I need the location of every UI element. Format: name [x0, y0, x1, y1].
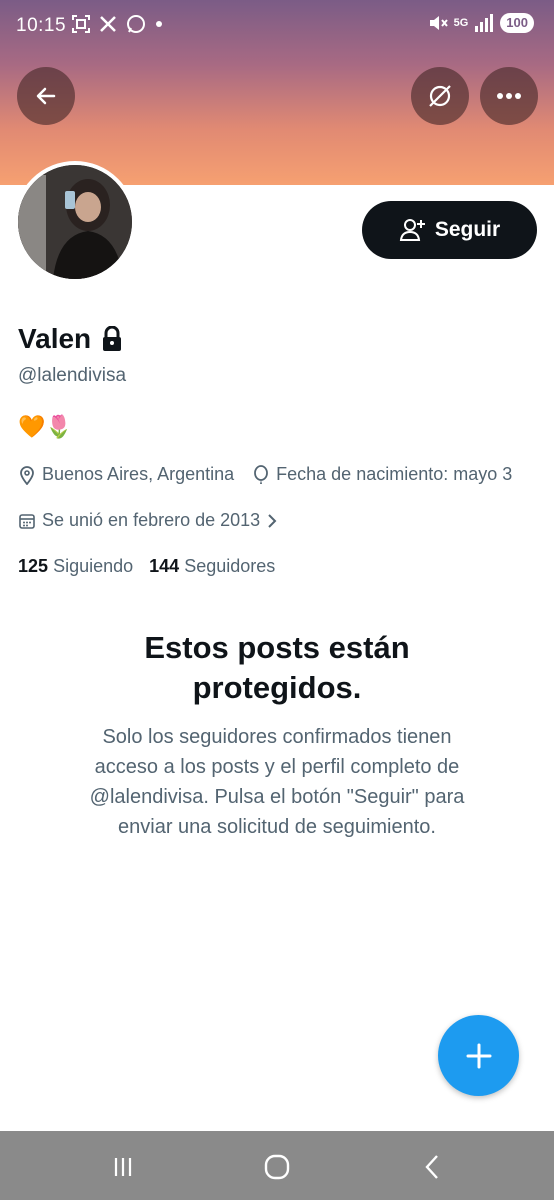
protected-desc-line: @lalendivisa. Pulsa el botón "Seguir" pa… [89, 786, 465, 808]
globe-slash-icon [429, 85, 451, 107]
network-label: 5G [453, 17, 469, 29]
balloon-icon [254, 464, 269, 484]
protected-desc-line: Solo los seguidores confirmados tienen [102, 726, 452, 748]
dot-icon [156, 21, 162, 27]
profile-handle: @lalendivisa [18, 365, 127, 386]
signal-icon [475, 14, 494, 32]
battery-indicator: 100 [500, 13, 534, 33]
arrow-left-icon [36, 87, 56, 105]
more-button[interactable] [480, 67, 538, 125]
whatsapp-icon [127, 15, 145, 33]
mute-icon [429, 16, 448, 30]
home-button[interactable] [259, 1149, 295, 1185]
following-link[interactable]: 125 Siguiendo [18, 556, 133, 577]
status-bar: 10:15 5G 100 [0, 0, 554, 52]
protected-desc-line: acceso a los posts y el perfil completo … [94, 756, 460, 778]
profile-location: Buenos Aires, Argentina [42, 464, 235, 484]
recent-apps-button[interactable] [105, 1149, 141, 1185]
status-system-icons: 5G 100 [428, 13, 534, 33]
followers-count: 144 [149, 556, 180, 576]
avatar-photo [18, 165, 132, 279]
profile-joined-row[interactable]: Se unió en febrero de 2013 [18, 510, 278, 531]
profile-stats: 125 Siguiendo 144 Seguidores [18, 556, 275, 577]
system-navigation-bar [0, 1131, 554, 1200]
followers-label: Seguidores [184, 556, 276, 576]
avatar[interactable] [14, 161, 136, 283]
profile-birthday: Fecha de nacimiento: mayo 3 [276, 464, 513, 484]
following-label: Siguiendo [53, 556, 134, 576]
lock-icon [103, 326, 122, 351]
more-horizontal-icon [497, 93, 521, 99]
status-notification-icons [72, 14, 163, 34]
add-user-icon [399, 219, 425, 241]
protected-title: Estos posts están protegidos. [40, 628, 514, 708]
translate-button[interactable] [411, 67, 469, 125]
location-icon [20, 465, 34, 485]
protected-desc-line: enviar una solicitud de seguimiento. [118, 816, 436, 838]
screenshot-icon [72, 15, 90, 33]
compose-post-button[interactable] [438, 1015, 519, 1096]
chevron-right-icon [268, 513, 277, 528]
system-back-button[interactable] [414, 1149, 450, 1185]
name-row: Valen [18, 323, 123, 355]
plus-icon [466, 1043, 491, 1068]
recent-apps-icon [114, 1158, 132, 1176]
followers-link[interactable]: 144 Seguidores [149, 556, 275, 577]
status-time: 10:15 [16, 15, 67, 36]
home-icon [264, 1154, 290, 1180]
profile-meta-row: Buenos Aires, Argentina Fecha de nacimie… [18, 464, 512, 485]
protected-title-line: protegidos. [192, 670, 362, 705]
calendar-icon [19, 513, 35, 529]
back-chevron-icon [425, 1155, 438, 1179]
following-count: 125 [18, 556, 49, 576]
protected-notice: Estos posts están protegidos. Solo los s… [40, 628, 514, 842]
profile-name: Valen [18, 323, 92, 354]
follow-label: Seguir [434, 218, 501, 241]
back-button[interactable] [17, 67, 75, 125]
x-logo-icon [100, 16, 116, 32]
protected-title-line: Estos posts están [144, 630, 410, 665]
follow-button[interactable]: Seguir [362, 201, 537, 259]
profile-joined: Se unió en febrero de 2013 [42, 510, 261, 530]
profile-bio: 🧡🌷 [18, 414, 73, 439]
protected-description: Solo los seguidores confirmados tienen a… [40, 722, 514, 842]
